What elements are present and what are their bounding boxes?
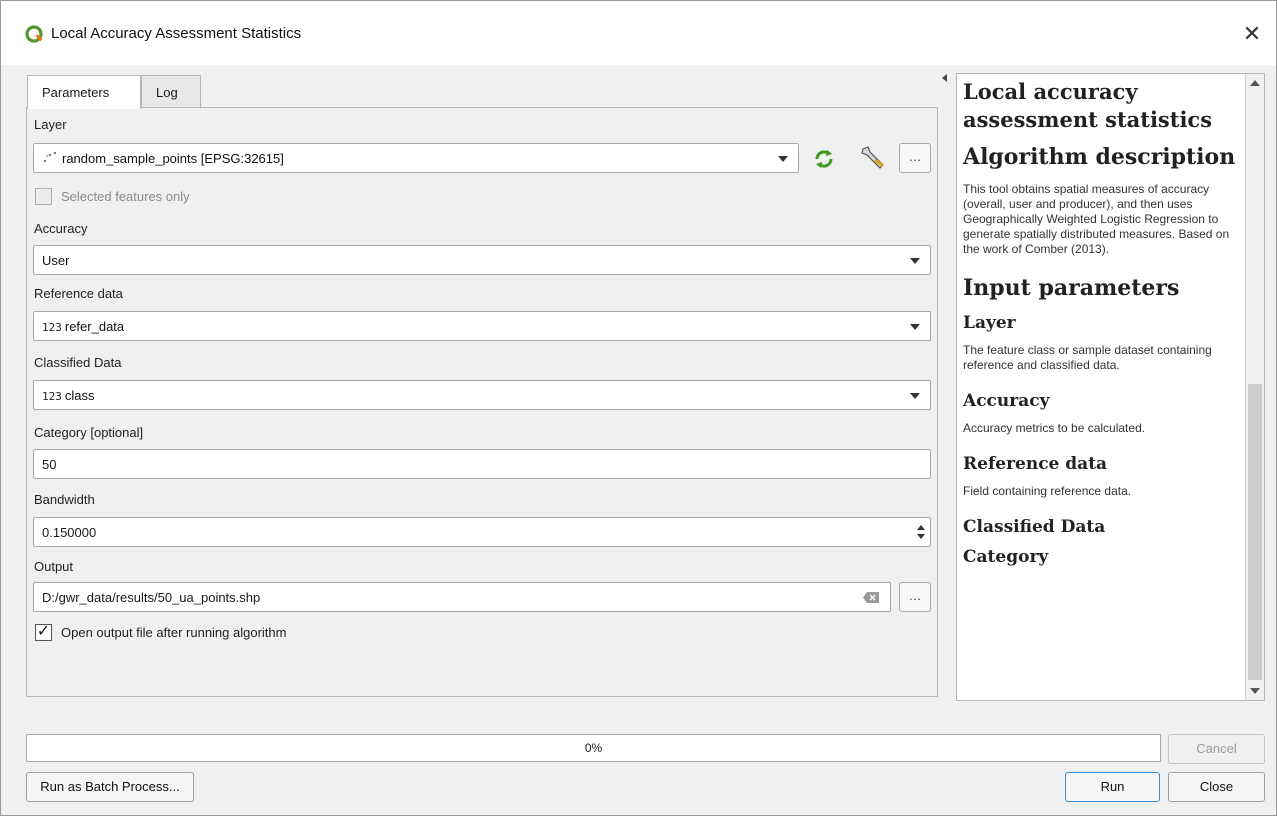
tab-parameters[interactable]: Parameters xyxy=(27,75,141,109)
help-input-heading: Input parameters xyxy=(963,275,1180,301)
help-title: Local accuracy assessment statistics xyxy=(963,79,1213,132)
output-value: D:/gwr_data/results/50_ua_points.shp xyxy=(42,590,261,605)
category-input[interactable]: 50 xyxy=(33,449,931,479)
spin-arrows-icon[interactable] xyxy=(916,524,926,540)
open-output-checkbox[interactable]: ✓ xyxy=(35,624,52,641)
selected-features-checkbox[interactable] xyxy=(35,188,52,205)
progress-text: 0% xyxy=(584,741,603,755)
close-button[interactable]: Close xyxy=(1168,772,1265,802)
bandwidth-spinbox[interactable]: 0.150000 xyxy=(33,517,931,547)
reference-combo-value: 123 refer_data xyxy=(42,319,124,334)
tab-log[interactable]: Log xyxy=(141,75,201,108)
accuracy-value: User xyxy=(42,253,70,268)
output-path-input[interactable]: D:/gwr_data/results/50_ua_points.shp xyxy=(33,582,891,612)
collapse-help-icon[interactable] xyxy=(942,74,947,82)
classified-value: class xyxy=(64,388,95,403)
ellipsis-icon: … xyxy=(908,588,922,603)
chevron-down-icon xyxy=(910,324,920,330)
reference-value: refer_data xyxy=(64,319,125,334)
close-icon[interactable]: ✕ xyxy=(1239,21,1265,47)
clear-text-icon[interactable] xyxy=(862,591,880,604)
qgis-logo-icon xyxy=(25,25,43,43)
cancel-button[interactable]: Cancel xyxy=(1168,734,1265,764)
output-browse-button[interactable]: … xyxy=(899,582,931,612)
classified-label: Classified Data xyxy=(34,355,122,370)
chevron-down-icon xyxy=(910,258,920,264)
check-icon: ✓ xyxy=(36,623,51,640)
help-algorithm-text: This tool obtains spatial measures of ac… xyxy=(963,182,1230,256)
reference-label: Reference data xyxy=(34,286,123,301)
category-label: Category [optional] xyxy=(34,425,144,440)
dialog-window: Local Accuracy Assessment Statistics ✕ P… xyxy=(0,0,1277,816)
numeric-field-icon: 123 xyxy=(42,390,62,403)
batch-process-button[interactable]: Run as Batch Process... xyxy=(26,772,194,802)
reference-combo[interactable]: 123 refer_data xyxy=(33,311,931,341)
run-button[interactable]: Run xyxy=(1065,772,1160,802)
refresh-icon[interactable] xyxy=(812,148,836,170)
help-category-heading: Category xyxy=(963,547,1049,567)
chevron-down-icon xyxy=(910,393,920,399)
layer-combo-value: random_sample_points [EPSG:32615] xyxy=(42,151,284,166)
progress-bar: 0% xyxy=(26,734,1161,762)
window-title: Local Accuracy Assessment Statistics xyxy=(51,25,302,42)
scroll-down-icon[interactable] xyxy=(1250,688,1260,694)
accuracy-combo[interactable]: User xyxy=(33,245,931,275)
scroll-up-icon[interactable] xyxy=(1250,80,1260,86)
classified-combo[interactable]: 123 class xyxy=(33,380,931,410)
classified-combo-value: 123 class xyxy=(42,388,95,403)
output-label: Output xyxy=(34,559,74,574)
help-layer-text: The feature class or sample dataset cont… xyxy=(963,343,1212,372)
numeric-field-icon: 123 xyxy=(42,321,62,334)
help-layer-heading: Layer xyxy=(963,313,1016,333)
help-panel: Local accuracy assessment statistics Alg… xyxy=(956,73,1265,701)
point-layer-icon xyxy=(43,151,57,163)
chevron-down-icon xyxy=(778,156,788,162)
help-content: Local accuracy assessment statistics Alg… xyxy=(963,78,1243,577)
selected-features-label: Selected features only xyxy=(61,189,190,204)
accuracy-label: Accuracy xyxy=(34,221,88,236)
help-accuracy-heading: Accuracy xyxy=(963,391,1050,411)
layer-value: random_sample_points [EPSG:32615] xyxy=(62,151,284,166)
layer-combo[interactable]: random_sample_points [EPSG:32615] xyxy=(33,143,799,173)
layer-label: Layer xyxy=(34,117,67,132)
help-algorithm-heading: Algorithm description xyxy=(963,144,1236,170)
parameters-panel: Layer random_sample_points [EPSG:32615] xyxy=(26,107,938,697)
category-value: 50 xyxy=(42,457,57,472)
layer-options-button[interactable]: … xyxy=(899,143,931,173)
wrench-icon[interactable] xyxy=(859,145,887,171)
help-classified-heading: Classified Data xyxy=(963,517,1106,537)
bandwidth-value: 0.150000 xyxy=(42,525,97,540)
help-reference-text: Field containing reference data. xyxy=(963,484,1132,498)
tab-log-label: Log xyxy=(156,85,178,100)
scrollbar-thumb[interactable] xyxy=(1248,384,1262,680)
title-bar: Local Accuracy Assessment Statistics ✕ xyxy=(1,1,1276,65)
tab-parameters-label: Parameters xyxy=(42,85,110,100)
help-scrollbar[interactable] xyxy=(1245,74,1264,700)
bandwidth-label: Bandwidth xyxy=(34,492,95,507)
help-accuracy-text: Accuracy metrics to be calculated. xyxy=(963,421,1146,435)
open-output-label: Open output file after running algorithm xyxy=(61,625,287,640)
help-reference-heading: Reference data xyxy=(963,454,1108,474)
ellipsis-icon: … xyxy=(908,149,922,164)
